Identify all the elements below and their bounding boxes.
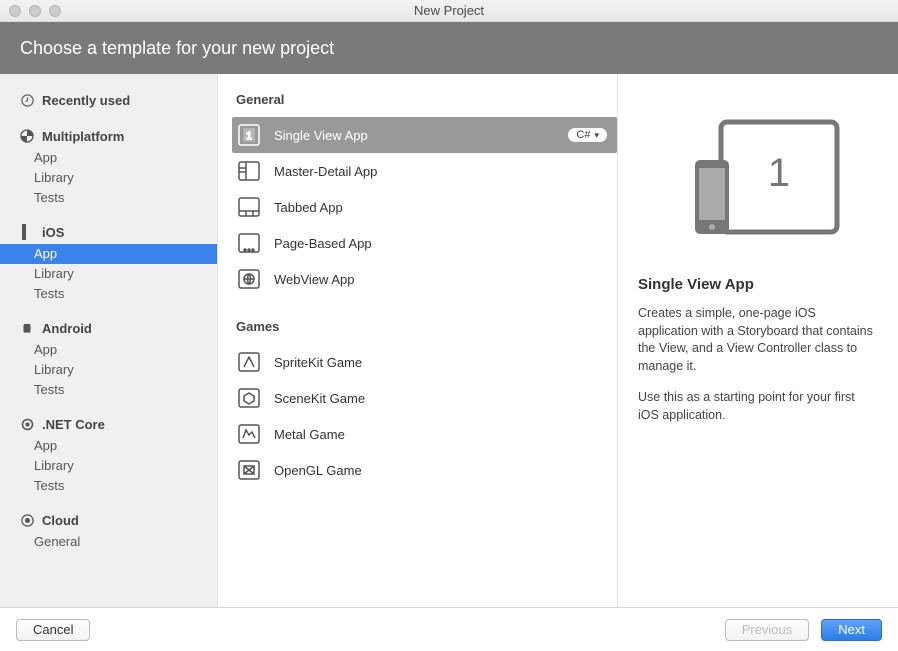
chevron-down-icon: ▾ (594, 130, 599, 141)
template-page-based-app[interactable]: Page-Based App (236, 225, 617, 261)
language-selector[interactable]: C# ▾ (568, 128, 607, 142)
sidebar-recently-used[interactable]: Recently used (0, 88, 217, 112)
cloud-icon (18, 511, 36, 529)
template-label: Page-Based App (274, 236, 372, 251)
sidebar-item-ios-library[interactable]: Library (0, 264, 217, 284)
template-tabbed-app[interactable]: Tabbed App (236, 189, 617, 225)
template-label: SceneKit Game (274, 391, 365, 406)
sidebar-cat-ios[interactable]: iOS (0, 220, 217, 244)
detail-title: Single View App (638, 276, 878, 293)
template-single-view-app[interactable]: 1 Single View App C# ▾ (232, 117, 617, 153)
sidebar-cat-android[interactable]: Android (0, 316, 217, 340)
cancel-button[interactable]: Cancel (16, 619, 90, 641)
sidebar-item-ios-app[interactable]: App (0, 244, 217, 264)
detail-description-2: Use this as a starting point for your fi… (638, 389, 878, 424)
scenekit-icon (236, 385, 262, 411)
cat-label: Multiplatform (42, 129, 124, 144)
sidebar-item-dotnet-library[interactable]: Library (0, 456, 217, 476)
wizard-header: Choose a template for your new project (0, 22, 898, 74)
template-label: Metal Game (274, 427, 345, 442)
sidebar-cat-multiplatform[interactable]: Multiplatform (0, 124, 217, 148)
sidebar-cat-cloud[interactable]: Cloud (0, 508, 217, 532)
sidebar-item-android-app[interactable]: App (0, 340, 217, 360)
multiplatform-icon (18, 127, 36, 145)
template-list: General 1 Single View App C# ▾ Master-De… (218, 74, 618, 607)
svg-text:1: 1 (246, 131, 252, 142)
template-master-detail-app[interactable]: Master-Detail App (236, 153, 617, 189)
page-based-icon (236, 230, 262, 256)
previous-button[interactable]: Previous (725, 619, 810, 641)
sidebar-item-dotnet-app[interactable]: App (0, 436, 217, 456)
sidebar-item-ios-tests[interactable]: Tests (0, 284, 217, 304)
sidebar-item-cloud-general[interactable]: General (0, 532, 217, 552)
template-scenekit-game[interactable]: SceneKit Game (236, 380, 617, 416)
template-label: Single View App (274, 128, 368, 143)
tabbed-icon (236, 194, 262, 220)
template-detail: 1 Single View App Creates a simple, one-… (618, 74, 898, 607)
language-label: C# (576, 129, 590, 141)
ios-icon (18, 223, 36, 241)
template-metal-game[interactable]: Metal Game (236, 416, 617, 452)
sidebar-item-dotnet-tests[interactable]: Tests (0, 476, 217, 496)
sidebar: Recently used Multiplatform App Library … (0, 74, 218, 607)
cat-label: .NET Core (42, 417, 105, 432)
sidebar-item-multiplatform-library[interactable]: Library (0, 168, 217, 188)
cat-label: Android (42, 321, 92, 336)
titlebar: New Project (0, 0, 898, 22)
header-title: Choose a template for your new project (20, 38, 334, 59)
window-title: New Project (0, 3, 898, 18)
template-label: SpriteKit Game (274, 355, 362, 370)
recently-used-label: Recently used (42, 93, 130, 108)
wizard-footer: Cancel Previous Next (0, 607, 898, 651)
sidebar-cat-dotnet[interactable]: .NET Core (0, 412, 217, 436)
spritekit-icon (236, 349, 262, 375)
section-header-games: Games (236, 319, 617, 334)
svg-text:1: 1 (768, 151, 790, 195)
master-detail-icon (236, 158, 262, 184)
detail-description-1: Creates a simple, one-page iOS applicati… (638, 305, 878, 375)
sidebar-item-multiplatform-app[interactable]: App (0, 148, 217, 168)
webview-icon (236, 266, 262, 292)
template-spritekit-game[interactable]: SpriteKit Game (236, 344, 617, 380)
template-label: OpenGL Game (274, 463, 362, 478)
single-view-icon: 1 (236, 122, 262, 148)
template-webview-app[interactable]: WebView App (236, 261, 617, 297)
clock-icon (18, 91, 36, 109)
sidebar-item-multiplatform-tests[interactable]: Tests (0, 188, 217, 208)
template-label: Master-Detail App (274, 164, 377, 179)
sidebar-item-android-tests[interactable]: Tests (0, 380, 217, 400)
dotnet-icon (18, 415, 36, 433)
template-label: Tabbed App (274, 200, 343, 215)
cat-label: Cloud (42, 513, 79, 528)
template-opengl-game[interactable]: OpenGL Game (236, 452, 617, 488)
sidebar-item-android-library[interactable]: Library (0, 360, 217, 380)
metal-icon (236, 421, 262, 447)
section-header-general: General (236, 92, 617, 107)
next-button[interactable]: Next (821, 619, 882, 641)
android-icon (18, 319, 36, 337)
template-label: WebView App (274, 272, 354, 287)
opengl-icon (236, 457, 262, 483)
cat-label: iOS (42, 225, 64, 240)
template-preview: 1 (638, 116, 878, 246)
